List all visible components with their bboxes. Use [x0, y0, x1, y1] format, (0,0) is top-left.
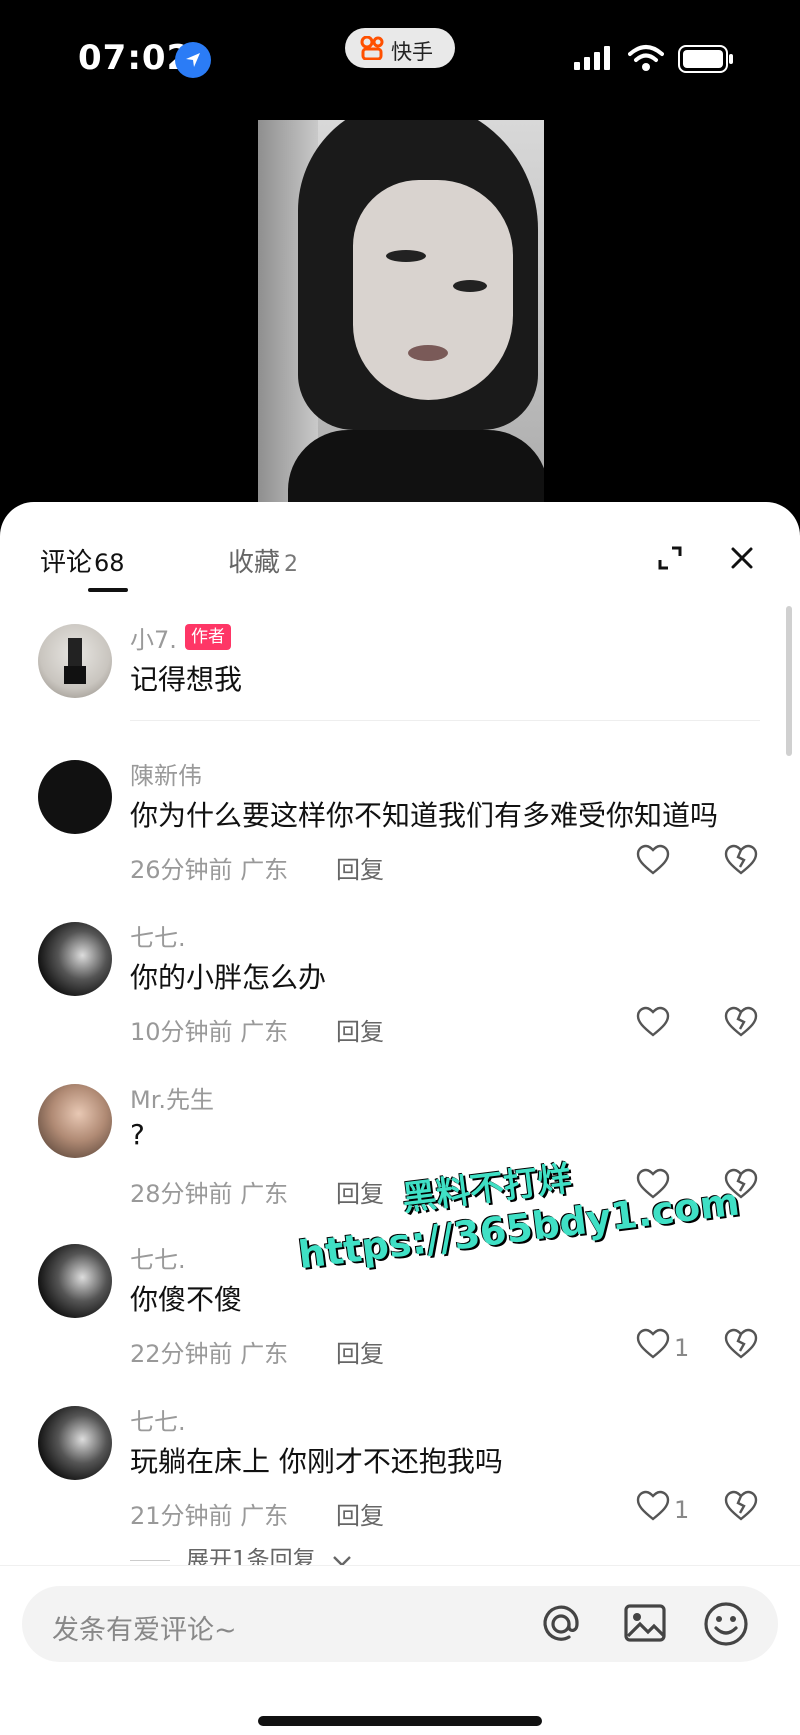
- comment-meta: 21分钟前 广东: [130, 1496, 288, 1531]
- comment-meta: 28分钟前 广东: [130, 1174, 288, 1209]
- tab-comments[interactable]: 评论68: [40, 542, 125, 579]
- broken-heart-icon: [724, 1006, 758, 1037]
- comment-time: 21分钟前: [130, 1502, 233, 1530]
- heart-icon: [636, 1328, 670, 1359]
- tab-favorites-count: 2: [284, 552, 299, 577]
- battery-icon: [678, 45, 734, 77]
- comment-region: 广东: [240, 856, 289, 884]
- comment-region: 广东: [240, 1340, 289, 1368]
- tab-comments-label: 评论: [40, 548, 93, 578]
- comment-text[interactable]: 记得想我: [130, 658, 242, 698]
- comment-region: 广东: [240, 1502, 289, 1530]
- comment-input-bar: 发条有爱评论~: [0, 1565, 800, 1735]
- comment-meta: 26分钟前 广东: [130, 850, 288, 885]
- wifi-icon: [628, 44, 664, 76]
- tab-favorites-label: 收藏: [228, 548, 281, 578]
- kuaishou-logo-icon: [359, 35, 385, 65]
- avatar[interactable]: [38, 922, 112, 996]
- video-preview[interactable]: [258, 120, 544, 520]
- heart-icon: [636, 1168, 670, 1199]
- comment-text[interactable]: 你的小胖怎么办: [130, 956, 326, 996]
- emoji-icon[interactable]: [702, 1600, 750, 1652]
- reply-button[interactable]: 回复: [336, 1334, 384, 1369]
- comment-input-placeholder: 发条有爱评论~: [52, 1615, 237, 1646]
- comment-username[interactable]: 七七.: [130, 1240, 186, 1275]
- broken-heart-icon: [724, 1328, 758, 1359]
- avatar[interactable]: [38, 1244, 112, 1318]
- comment-sheet: 评论68 收藏 2 小7. 作者 记得想我 陳新伟 你为什么要这样你不知道我们有…: [0, 502, 800, 1735]
- comment-meta: 10分钟前 广东: [130, 1012, 288, 1047]
- comment-meta: 22分钟前 广东: [130, 1334, 288, 1369]
- comment-input[interactable]: 发条有爱评论~: [22, 1586, 778, 1662]
- broken-heart-icon: [724, 844, 758, 875]
- expand-icon[interactable]: [656, 544, 684, 576]
- avatar[interactable]: [38, 624, 112, 698]
- like-button[interactable]: [636, 1006, 696, 1046]
- reply-button[interactable]: 回复: [336, 850, 384, 885]
- reply-button[interactable]: 回复: [336, 1174, 384, 1209]
- app-name: 快手: [391, 40, 433, 64]
- comment-time: 26分钟前: [130, 856, 233, 884]
- comment-text[interactable]: 你傻不傻: [130, 1278, 242, 1318]
- dislike-button[interactable]: [724, 1168, 764, 1208]
- reply-button[interactable]: 回复: [336, 1496, 384, 1531]
- avatar[interactable]: [38, 1084, 112, 1158]
- avatar[interactable]: [38, 1406, 112, 1480]
- status-bar: 07:02 快手: [0, 0, 800, 110]
- heart-icon: [636, 1006, 670, 1037]
- tab-active-indicator: [88, 588, 128, 592]
- reply-button[interactable]: 回复: [336, 1012, 384, 1047]
- like-button[interactable]: 1: [636, 1328, 696, 1368]
- comment-username[interactable]: 七七.: [130, 1402, 186, 1437]
- signal-icon: [574, 46, 614, 74]
- comment-text[interactable]: 玩躺在床上 你刚才不还抱我吗: [130, 1440, 503, 1480]
- comment-time: 28分钟前: [130, 1180, 233, 1208]
- sheet-tabs: 评论68 收藏 2: [0, 502, 800, 592]
- dislike-button[interactable]: [724, 1006, 764, 1046]
- image-icon[interactable]: [622, 1600, 668, 1650]
- dislike-button[interactable]: [724, 1490, 764, 1530]
- scrollbar[interactable]: [786, 606, 792, 756]
- comment-time: 10分钟前: [130, 1018, 233, 1046]
- broken-heart-icon: [724, 1490, 758, 1521]
- comment-region: 广东: [240, 1180, 289, 1208]
- like-button[interactable]: [636, 844, 696, 884]
- comment-text[interactable]: ?: [130, 1118, 145, 1151]
- location-arrow-icon: [175, 42, 211, 78]
- comment-text[interactable]: 你为什么要这样你不知道我们有多难受你知道吗: [130, 794, 718, 834]
- like-button[interactable]: [636, 1168, 696, 1208]
- close-icon[interactable]: [728, 544, 756, 576]
- comment-time: 22分钟前: [130, 1340, 233, 1368]
- like-button[interactable]: 1: [636, 1490, 696, 1530]
- dislike-button[interactable]: [724, 844, 764, 884]
- tab-favorites[interactable]: 收藏 2: [228, 542, 298, 579]
- like-count: 1: [674, 1334, 690, 1362]
- at-icon[interactable]: [537, 1600, 585, 1652]
- dislike-button[interactable]: [724, 1328, 764, 1368]
- broken-heart-icon: [724, 1168, 758, 1199]
- comment-username[interactable]: 小7.: [130, 620, 177, 655]
- comment-region: 广东: [240, 1018, 289, 1046]
- like-count: 1: [674, 1496, 690, 1524]
- heart-icon: [636, 844, 670, 875]
- heart-icon: [636, 1490, 670, 1521]
- comment-username[interactable]: Mr.先生: [130, 1080, 214, 1115]
- tab-comments-count: 68: [94, 549, 125, 577]
- comment-username[interactable]: 七七.: [130, 918, 186, 953]
- avatar[interactable]: [38, 760, 112, 834]
- back-to-app-pill[interactable]: 快手: [345, 28, 455, 68]
- comment-username[interactable]: 陳新伟: [130, 756, 202, 791]
- divider: [130, 720, 760, 721]
- home-indicator: [258, 1716, 542, 1726]
- author-badge: 作者: [185, 624, 231, 650]
